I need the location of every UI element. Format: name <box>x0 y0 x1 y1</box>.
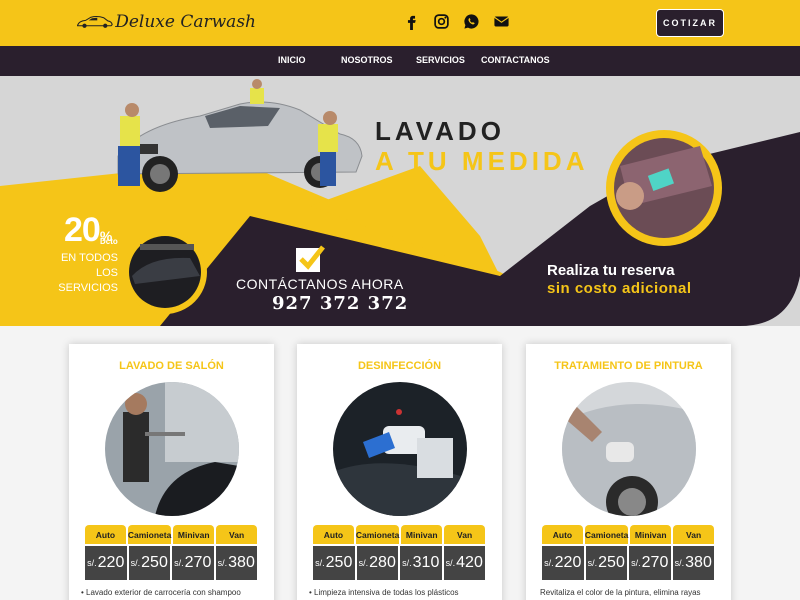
price-value: 280 <box>369 554 396 571</box>
service-card-desinfeccion: DESINFECCIÓN Auto Camioneta Minivan Van … <box>297 344 502 600</box>
hero-title-line2: A TU MEDIDA <box>375 146 589 176</box>
price-value: 380 <box>228 554 255 571</box>
currency: s/. <box>631 558 641 568</box>
price-table: Auto Camioneta Minivan Van s/. 250 s/. 280… <box>313 525 485 580</box>
price-header: Minivan <box>630 525 672 544</box>
price-value: 220 <box>97 554 125 571</box>
whatsapp-icon[interactable] <box>462 12 480 30</box>
instagram-icon[interactable] <box>432 12 450 30</box>
social-links <box>402 12 510 30</box>
card-description: Revitaliza el color de la pintura, elimi… <box>540 588 701 600</box>
logo-text: Deluxe Carwash <box>115 12 256 32</box>
discount-value: 20 <box>64 211 101 249</box>
price-value: 310 <box>412 554 440 571</box>
price-header: Minivan <box>401 525 443 544</box>
card-description: Lavado exterior de carrocería con shampo… <box>83 587 263 598</box>
price-value: 270 <box>184 554 212 571</box>
currency: s/. <box>130 558 141 568</box>
price-cell: s/. 250 <box>313 546 355 580</box>
card-image-lavado <box>105 382 239 516</box>
currency: s/. <box>544 558 554 568</box>
price-header: Camioneta <box>584 525 629 544</box>
email-icon[interactable] <box>492 12 510 30</box>
price-table: Auto Camioneta Minivan Van s/. 220 s/. 250… <box>85 525 257 580</box>
price-value: 420 <box>456 554 483 571</box>
currency: s/. <box>402 558 412 568</box>
price-header: Minivan <box>173 525 215 544</box>
car-logo-icon <box>77 16 113 28</box>
contact-label: CONTÁCTANOS AHORA <box>236 276 404 292</box>
price-header: Auto <box>313 525 354 544</box>
nav-item-contactanos[interactable]: CONTACTANOS <box>481 55 550 65</box>
price-cell: s/. 380 <box>215 546 257 580</box>
currency: s/. <box>445 558 456 568</box>
cotizar-button[interactable]: COTIZAR <box>656 9 724 37</box>
currency: s/. <box>87 558 97 568</box>
price-cell: s/. 280 <box>356 546 398 580</box>
price-cell: s/. 420 <box>443 546 485 580</box>
currency: s/. <box>315 558 325 568</box>
card-description: Limpieza intensiva de todas los plástico… <box>311 587 491 598</box>
currency: s/. <box>358 558 369 568</box>
hero-banner: LAVADO A TU MEDIDA 20% Dcto EN TODOS LOS… <box>0 76 800 326</box>
logo[interactable]: Deluxe Carwash <box>76 6 256 38</box>
card-title: LAVADO DE SALÓN <box>119 360 224 372</box>
currency: s/. <box>217 558 228 568</box>
price-value: 250 <box>141 554 168 571</box>
currency: s/. <box>174 558 184 568</box>
price-header: Van <box>216 525 257 544</box>
discount-text: EN TODOS LOS SERVICIOS <box>52 251 118 296</box>
nav-item-servicios[interactable]: SERVICIOS <box>416 55 465 65</box>
facebook-icon[interactable] <box>402 12 420 30</box>
price-header: Van <box>673 525 714 544</box>
currency: s/. <box>674 558 685 568</box>
price-cell: s/. 270 <box>629 546 671 580</box>
card-image-desinfeccion <box>333 382 467 516</box>
top-header: Deluxe Carwash COTIZAR <box>0 0 800 46</box>
nav-item-nosotros[interactable]: NOSOTROS <box>341 55 393 65</box>
price-table: Auto Camioneta Minivan Van s/. 220 s/. 250… <box>542 525 714 580</box>
discount-line: LOS <box>95 267 118 279</box>
price-value: 380 <box>685 554 712 571</box>
main-nav: INICIO NOSOTROS SERVICIOS CONTACTANOS <box>0 46 800 76</box>
card-title: TRATAMIENTO DE PINTURA <box>554 360 703 372</box>
price-header: Camioneta <box>355 525 400 544</box>
discount-line: EN TODOS <box>60 252 118 264</box>
reserva-line1: Realiza tu reserva <box>547 262 675 279</box>
currency: s/. <box>587 558 598 568</box>
reserva-line2: sin costo adicional <box>547 280 692 297</box>
price-cell: s/. 220 <box>542 546 584 580</box>
card-image-pintura <box>562 382 696 516</box>
card-title: DESINFECCIÓN <box>357 360 442 372</box>
price-cell: s/. 310 <box>400 546 442 580</box>
checkmark-icon <box>296 245 325 272</box>
price-cell: s/. 250 <box>128 546 170 580</box>
price-cell: s/. 250 <box>585 546 627 580</box>
service-card-pintura: TRATAMIENTO DE PINTURA Auto Camioneta Mi… <box>526 344 731 600</box>
price-cell: s/. 220 <box>85 546 127 580</box>
price-header: Auto <box>542 525 583 544</box>
price-value: 270 <box>641 554 669 571</box>
price-value: 250 <box>325 554 353 571</box>
discount-line: SERVICIOS <box>58 282 118 294</box>
price-cell: s/. 270 <box>172 546 214 580</box>
discount-dcto: Dcto <box>100 237 118 246</box>
contact-phone[interactable]: 927 372 372 <box>272 293 408 314</box>
nav-item-inicio[interactable]: INICIO <box>278 55 306 65</box>
price-header: Camioneta <box>127 525 172 544</box>
price-value: 250 <box>598 554 625 571</box>
price-cell: s/. 380 <box>672 546 714 580</box>
hero-circle-washing <box>606 130 722 246</box>
hero-title-line1: LAVADO <box>375 116 505 146</box>
price-header: Van <box>444 525 485 544</box>
price-value: 220 <box>554 554 582 571</box>
hero-circle-car <box>123 230 207 314</box>
price-header: Auto <box>85 525 126 544</box>
service-card-lavado: LAVADO DE SALÓN Auto Camioneta Minivan V… <box>69 344 274 600</box>
